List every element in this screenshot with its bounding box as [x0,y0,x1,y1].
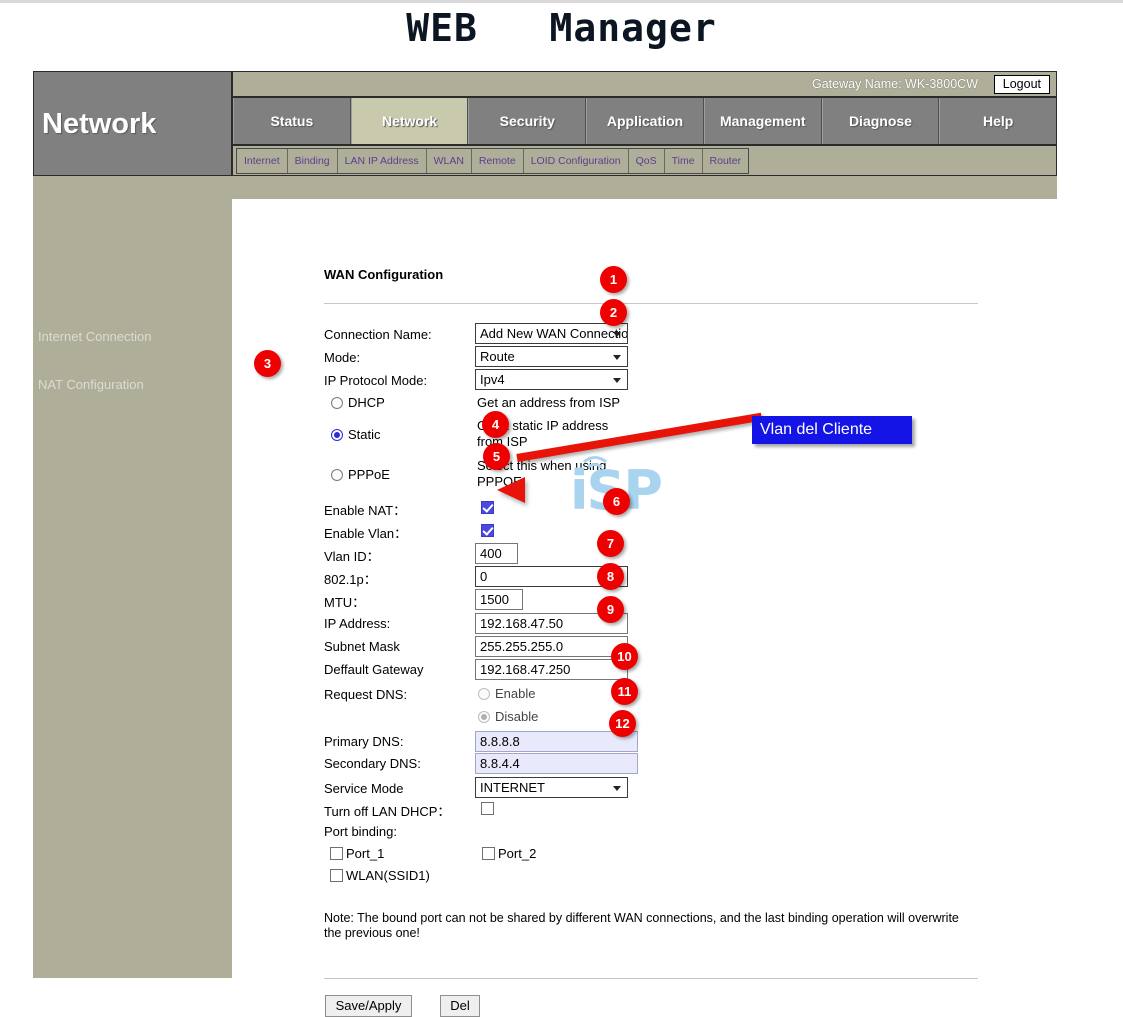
service-mode-select[interactable]: INTERNET [475,777,628,798]
label-pppoe: PPPoE [348,467,390,482]
subtab-wlan[interactable]: WLAN [427,149,472,173]
tab-help[interactable]: Help [939,98,1056,144]
tab-status[interactable]: Status [233,98,351,144]
label-port-1: Port_1 [346,846,384,861]
label-dhcp: DHCP [348,395,385,410]
label-primary-dns: Primary DNS: [324,734,403,749]
label-vlan-id: Vlan ID： [324,546,380,565]
enable-nat-checkbox[interactable] [481,501,494,514]
label-ip-address: IP Address: [324,616,390,631]
port-binding-note: Note: The bound port can not be shared b… [324,911,964,941]
connection-name-select[interactable]: Add New WAN Connection [475,323,628,344]
annotation-badge-7: 7 [597,530,624,557]
form-heading: WAN Configuration [324,267,443,282]
label-default-gateway: Deffault Gateway [324,662,423,677]
subtab-lan-ip-address[interactable]: LAN IP Address [338,149,427,173]
label-connection-name: Connection Name: [324,327,432,342]
sub-tab-strip: Internet Binding LAN IP Address WLAN Rem… [236,148,749,174]
tab-security[interactable]: Security [468,98,586,144]
sidebar: Internet Connection NAT Configuration [33,176,232,978]
annotation-badge-6: 6 [603,488,630,515]
gateway-topbar: Gateway Name: WK-3800CW Logout [232,71,1057,97]
divider-bottom [324,978,978,979]
enable-vlan-checkbox[interactable] [481,524,494,537]
default-gateway-input[interactable]: 192.168.47.250 [475,659,628,680]
annotation-badge-4: 4 [482,411,509,438]
callout-arrow-head [497,477,525,503]
annotation-badge-9: 9 [597,596,624,623]
tab-application[interactable]: Application [586,98,704,144]
gateway-name-label: Gateway Name: WK-3800CW [812,77,978,91]
ip-protocol-mode-select[interactable]: Ipv4 [475,369,628,390]
label-ip-protocol-mode: IP Protocol Mode: [324,373,427,388]
radio-static[interactable] [331,429,343,441]
top-divider [0,0,1123,3]
port-2-checkbox[interactable] [482,847,495,860]
callout-vlan-del-cliente: Vlan del Cliente [752,416,912,444]
label-mtu: MTU： [324,592,365,611]
label-request-dns-enable: Enable [495,686,535,701]
tab-diagnose[interactable]: Diagnose [822,98,940,144]
subtab-filler [232,176,1057,199]
subtab-loid-configuration[interactable]: LOID Configuration [524,149,629,173]
sidebar-item-internet-connection[interactable]: Internet Connection [38,329,226,344]
radio-request-dns-disable[interactable] [478,711,490,723]
radio-pppoe[interactable] [331,469,343,481]
label-port-binding: Port binding: [324,824,397,839]
mtu-input[interactable]: 1500 [475,589,523,610]
annotation-badge-8: 8 [597,563,624,590]
sidebar-title: Network [42,108,232,141]
subtab-router[interactable]: Router [703,149,749,173]
subtab-internet[interactable]: Internet [237,149,288,173]
sidebar-header: Network [33,71,232,176]
annotation-badge-11: 11 [611,678,638,705]
secondary-dns-input[interactable]: 8.8.4.4 [475,753,638,774]
radio-request-dns-enable[interactable] [478,688,490,700]
sidebar-item-nat-configuration[interactable]: NAT Configuration [38,377,226,392]
tab-management[interactable]: Management [704,98,822,144]
port-1-checkbox[interactable] [330,847,343,860]
annotation-badge-5: 5 [483,443,510,470]
sub-tab-bar: Internet Binding LAN IP Address WLAN Rem… [232,145,1057,176]
annotation-badge-1: 1 [600,266,627,293]
annotation-badge-3: 3 [254,350,281,377]
hint-dhcp: Get an address from ISP [477,395,647,411]
label-subnet-mask: Subnet Mask [324,639,400,654]
label-mode: Mode: [324,350,360,365]
annotation-badge-10: 10 [611,643,638,670]
wan-configuration-panel: WAN Configuration Connection Name: Add N… [232,199,1057,978]
divider-top [324,303,978,304]
label-request-dns: Request DNS: [324,687,407,702]
label-secondary-dns: Secondary DNS: [324,756,421,771]
annotation-badge-2: 2 [600,299,627,326]
annotation-badge-12: 12 [609,710,636,737]
logout-button[interactable]: Logout [994,75,1050,94]
router-ui-frame: Network Internet Connection NAT Configur… [33,71,1057,978]
page-title: WEB Manager [0,6,1123,50]
main-tab-bar: Status Network Security Application Mana… [232,97,1057,145]
save-apply-button[interactable]: Save/Apply [325,995,412,1017]
subtab-qos[interactable]: QoS [629,149,665,173]
label-wlan-ssid1: WLAN(SSID1) [346,868,430,883]
wlan-ssid1-checkbox[interactable] [330,869,343,882]
subnet-mask-input[interactable]: 255.255.255.0 [475,636,628,657]
turn-off-lan-dhcp-checkbox[interactable] [481,802,494,815]
label-enable-nat: Enable NAT： [324,500,406,519]
label-request-dns-disable: Disable [495,709,538,724]
label-turn-off-lan-dhcp: Turn off LAN DHCP： [324,801,450,820]
del-button[interactable]: Del [440,995,480,1017]
label-port-2: Port_2 [498,846,536,861]
radio-dhcp[interactable] [331,397,343,409]
mode-select[interactable]: Route [475,346,628,367]
subtab-remote[interactable]: Remote [472,149,524,173]
subtab-binding[interactable]: Binding [288,149,338,173]
tab-network[interactable]: Network [351,98,469,144]
label-enable-vlan: Enable Vlan： [324,523,407,542]
subtab-time[interactable]: Time [665,149,703,173]
label-static: Static [348,427,381,442]
vlan-id-input[interactable]: 400 [475,543,518,564]
label-service-mode: Service Mode [324,781,403,796]
label-802-1p: 802.1p： [324,569,377,588]
